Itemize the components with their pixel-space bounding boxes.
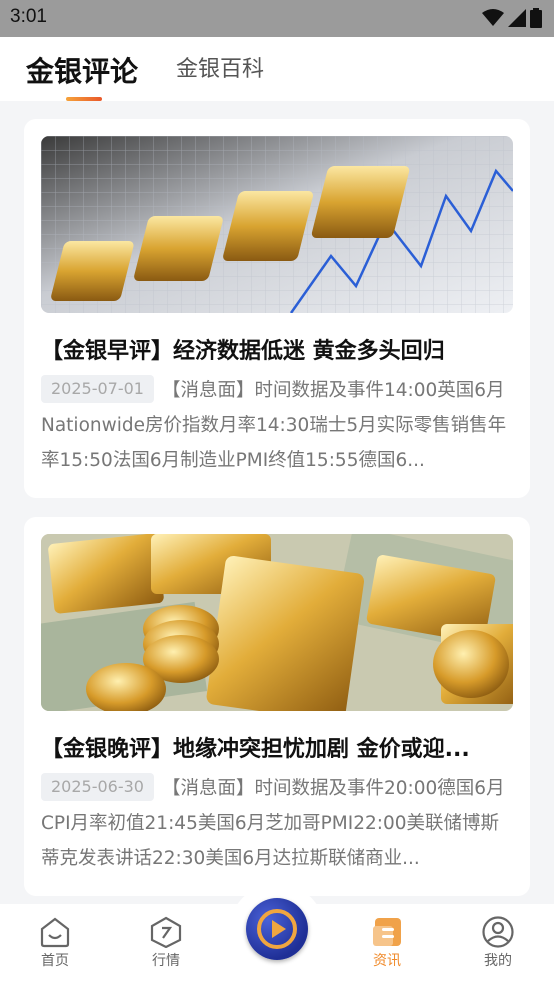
- home-icon: [40, 917, 70, 948]
- battery-icon: [530, 8, 542, 28]
- nav-item-market[interactable]: 行情: [131, 916, 201, 970]
- status-bar: 3:01: [0, 0, 554, 37]
- nav-item-profile[interactable]: 我的: [463, 916, 533, 970]
- article-title[interactable]: 【金银早评】经济数据低迷 黄金多头回归: [41, 333, 513, 365]
- center-play-button[interactable]: [246, 898, 308, 960]
- gold-bars-coins-dollars-image: [41, 534, 513, 711]
- wifi-icon: [482, 9, 504, 26]
- nav-label: 资讯: [373, 953, 401, 969]
- article-date-badge: 2025-06-30: [41, 773, 154, 801]
- play-icon: [257, 909, 297, 949]
- tab-gold-silver-review[interactable]: 金银评论: [26, 50, 138, 90]
- article-title[interactable]: 【金银晚评】地缘冲突担忧加剧 金价或迎...: [41, 731, 513, 763]
- article-thumbnail[interactable]: [41, 136, 513, 313]
- nav-label: 行情: [152, 953, 180, 969]
- nav-label: 首页: [41, 953, 69, 969]
- signal-icon: [508, 9, 526, 27]
- profile-icon: [482, 916, 514, 948]
- news-icon: [373, 918, 401, 946]
- article-card[interactable]: 【金银早评】经济数据低迷 黄金多头回归 2025-07-01 【消息面】时间数据及…: [24, 119, 530, 498]
- nav-item-home[interactable]: 首页: [20, 916, 90, 970]
- article-card[interactable]: 【金银晚评】地缘冲突担忧加剧 金价或迎... 2025-06-30 【消息面】时间…: [24, 517, 530, 896]
- article-summary: 2025-06-30 【消息面】时间数据及事件20:00德国6月CPI月率初值21…: [41, 771, 515, 876]
- gold-bars-chart-image: [41, 136, 513, 313]
- tab-gold-silver-encyclopedia[interactable]: 金银百科: [176, 51, 264, 83]
- active-tab-indicator: [66, 97, 102, 101]
- status-time: 3:01: [10, 6, 47, 27]
- status-icons: [482, 8, 542, 28]
- market-icon: [150, 916, 182, 948]
- top-tab-bar: 金银评论 金银百科: [0, 37, 554, 101]
- article-date-badge: 2025-07-01: [41, 375, 154, 403]
- nav-item-news[interactable]: 资讯: [352, 916, 422, 970]
- article-thumbnail[interactable]: [41, 534, 513, 711]
- article-summary: 2025-07-01 【消息面】时间数据及事件14:00英国6月Nationwid…: [41, 373, 515, 478]
- nav-label: 我的: [484, 953, 512, 969]
